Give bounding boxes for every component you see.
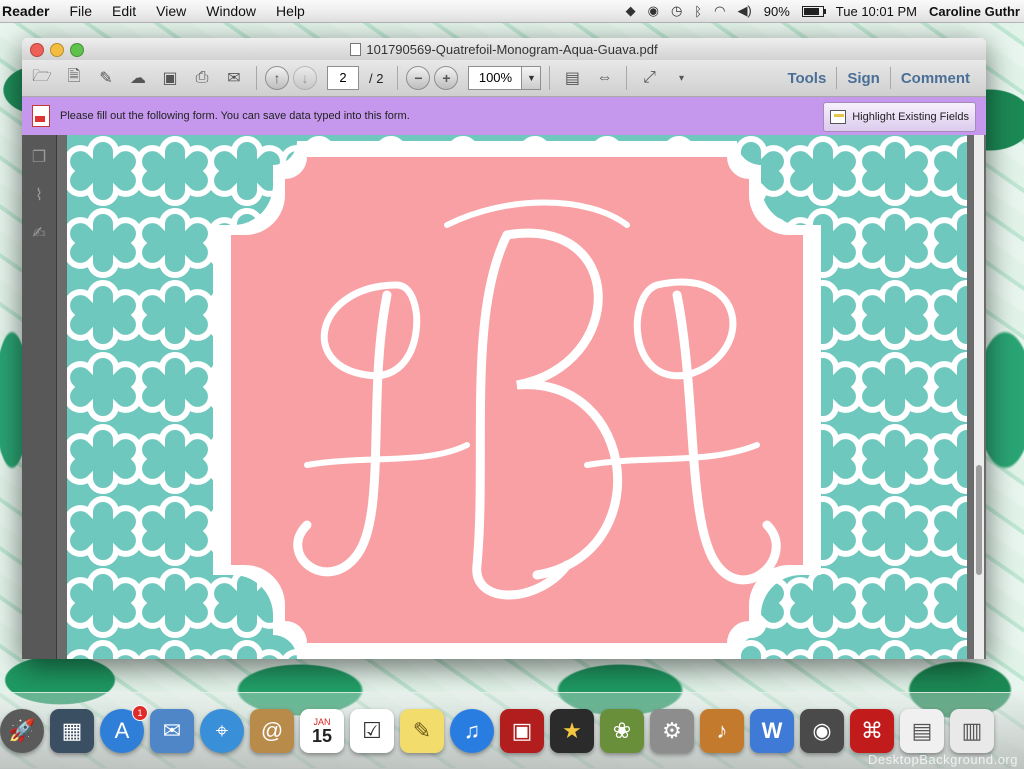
- vertical-scrollbar[interactable]: [974, 135, 984, 659]
- reader-window: 101790569-Quatrefoil-Monogram-Aqua-Guava…: [22, 38, 986, 659]
- tools-link[interactable]: Tools: [777, 70, 836, 87]
- menu-file[interactable]: File: [59, 3, 102, 19]
- word-icon[interactable]: W: [750, 709, 794, 753]
- notes-icon[interactable]: ✎: [400, 709, 444, 753]
- dock: 🚀 ▦ A 1 ✉ ⌖ @ JAN 15 ☑ ✎ ♫ ▣ ★ ❀ ⚙ ♪ W ◉…: [0, 692, 1024, 769]
- navigation-sidebar: ❐ ⌇ ✍: [22, 135, 57, 659]
- highlight-fields-button[interactable]: Highlight Existing Fields: [823, 102, 976, 132]
- quatrefoil-monogram-artwork: [67, 135, 967, 659]
- zoom-window-button[interactable]: [70, 43, 84, 57]
- menu-window[interactable]: Window: [196, 3, 266, 19]
- window-controls: [30, 43, 84, 57]
- signatures-icon[interactable]: ✍: [30, 223, 48, 243]
- page-total: / 2: [369, 70, 384, 86]
- contacts-icon[interactable]: @: [250, 709, 294, 753]
- close-window-button[interactable]: [30, 43, 44, 57]
- volume-icon[interactable]: ◀): [737, 3, 751, 19]
- scrollbar-thumb[interactable]: [976, 465, 982, 575]
- time-machine-icon[interactable]: ◷: [671, 3, 682, 19]
- calendar-day: 15: [311, 726, 333, 746]
- zoom-in-icon[interactable]: +: [434, 66, 459, 90]
- form-notification-bar: Please fill out the following form. You …: [22, 97, 986, 136]
- bluetooth-icon[interactable]: ᛒ: [694, 4, 702, 19]
- document-viewport[interactable]: [57, 135, 986, 659]
- panel-links: Tools Sign Comment: [777, 67, 980, 89]
- pdf-file-icon: [350, 42, 362, 56]
- safari-icon[interactable]: ⌖: [200, 709, 244, 753]
- menu-bar: Reader File Edit View Window Help ◆ ◉ ◷ …: [0, 0, 1024, 23]
- itunes-icon[interactable]: ♫: [450, 709, 494, 753]
- page-thumbnails-icon[interactable]: ❐: [30, 147, 48, 167]
- battery-icon[interactable]: [801, 5, 826, 17]
- menu-edit[interactable]: Edit: [102, 3, 146, 19]
- launchpad-icon[interactable]: 🚀: [0, 709, 44, 753]
- email-icon[interactable]: ✉: [220, 65, 248, 91]
- activity-icon[interactable]: ◉: [648, 3, 659, 19]
- next-page-icon[interactable]: ↓: [293, 66, 317, 90]
- pdf-page[interactable]: [67, 135, 967, 659]
- battery-percent[interactable]: 90%: [764, 4, 790, 19]
- calendar-icon[interactable]: JAN 15: [300, 709, 344, 753]
- save-icon[interactable]: ▣: [156, 65, 184, 91]
- page-number-input[interactable]: 2: [327, 66, 359, 90]
- form-message: Please fill out the following form. You …: [60, 110, 410, 122]
- highlight-icon: [830, 110, 847, 124]
- mail-icon[interactable]: ✉: [150, 709, 194, 753]
- fit-page-icon[interactable]: ▤: [558, 65, 586, 91]
- sign-link[interactable]: Sign: [837, 70, 890, 87]
- full-screen-icon[interactable]: ⤢: [635, 65, 663, 91]
- app-menu[interactable]: Reader: [0, 3, 59, 19]
- open-icon[interactable]: 🗁: [28, 65, 56, 91]
- adobe-reader-icon[interactable]: ⌘: [850, 709, 894, 753]
- app-store-icon[interactable]: A 1: [100, 705, 148, 753]
- window-title: 101790569-Quatrefoil-Monogram-Aqua-Guava…: [366, 41, 658, 57]
- toolbar: 🗁 🗎 ✎ ☁ ▣ ⎙ ✉ ↑ ↓ 2 / 2 − + 100% ▼ ▤ ⇔ ⤢…: [22, 60, 986, 97]
- toolbar-divider: [626, 66, 628, 90]
- menu-help[interactable]: Help: [266, 3, 315, 19]
- dropbox-icon[interactable]: ◆: [626, 3, 636, 19]
- highlight-fields-label: Highlight Existing Fields: [852, 111, 969, 123]
- system-preferences-icon[interactable]: ⚙: [650, 709, 694, 753]
- menu-view[interactable]: View: [146, 3, 196, 19]
- minimize-window-button[interactable]: [50, 43, 64, 57]
- app-store-badge: 1: [132, 705, 148, 721]
- previous-page-icon[interactable]: ↑: [265, 66, 289, 90]
- create-pdf-icon[interactable]: 🗎: [60, 65, 88, 91]
- reminders-icon[interactable]: ☑: [350, 709, 394, 753]
- title-bar[interactable]: 101790569-Quatrefoil-Monogram-Aqua-Guava…: [22, 38, 986, 60]
- zoom-value[interactable]: 100%: [468, 66, 523, 90]
- toolbar-divider: [256, 66, 257, 90]
- toolbar-menu-icon[interactable]: ▾: [667, 65, 695, 91]
- downloads-stack-icon[interactable]: ▥: [950, 709, 994, 753]
- facetime-icon[interactable]: ◉: [800, 709, 844, 753]
- mission-control-icon[interactable]: ▦: [50, 709, 94, 753]
- document-stack-icon[interactable]: ▤: [900, 709, 944, 753]
- toolbar-divider: [549, 66, 551, 90]
- content-area: ❐ ⌇ ✍: [22, 135, 986, 659]
- zoom-out-icon[interactable]: −: [406, 66, 431, 90]
- edit-icon[interactable]: ✎: [92, 65, 120, 91]
- cloud-upload-icon[interactable]: ☁: [124, 65, 152, 91]
- user-name[interactable]: Caroline Guthr: [929, 4, 1020, 19]
- clock[interactable]: Tue 10:01 PM: [836, 4, 917, 19]
- toolbar-divider: [397, 66, 399, 90]
- zoom-select[interactable]: 100% ▼: [468, 66, 542, 90]
- print-icon[interactable]: ⎙: [188, 65, 216, 91]
- photo-booth-icon[interactable]: ▣: [500, 709, 544, 753]
- fit-width-icon[interactable]: ⇔: [590, 65, 618, 91]
- garageband-icon[interactable]: ♪: [700, 709, 744, 753]
- chevron-down-icon[interactable]: ▼: [522, 66, 542, 90]
- iphoto-icon[interactable]: ❀: [600, 709, 644, 753]
- wifi-icon[interactable]: ◠: [714, 3, 725, 19]
- imovie-icon[interactable]: ★: [550, 709, 594, 753]
- form-icon: [32, 105, 50, 127]
- comment-link[interactable]: Comment: [891, 70, 980, 87]
- watermark: DesktopBackground.org: [868, 752, 1018, 767]
- attachments-icon[interactable]: ⌇: [30, 185, 48, 205]
